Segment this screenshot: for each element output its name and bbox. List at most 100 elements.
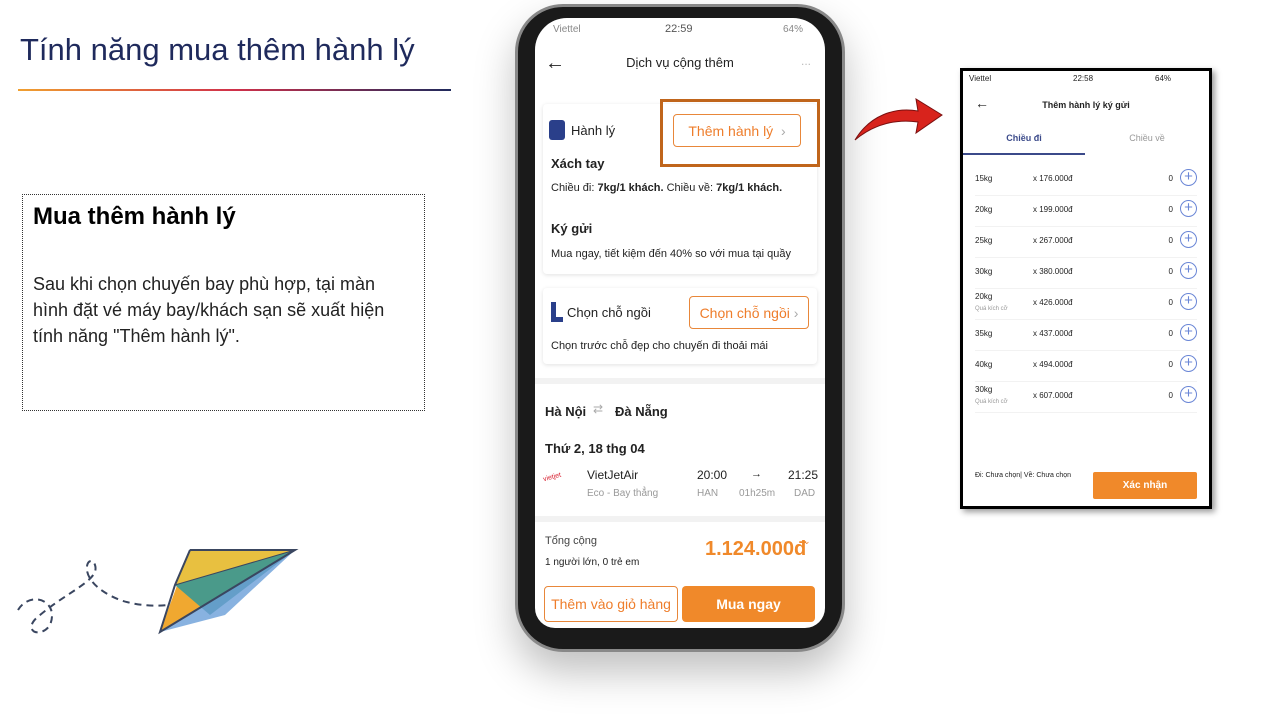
buy-now-button[interactable]: Mua ngay bbox=[682, 586, 815, 622]
carry-on-title: Xách tay bbox=[551, 156, 605, 171]
status-carrier: Viettel bbox=[969, 74, 992, 83]
weight: 30kg bbox=[975, 385, 993, 394]
seat-icon bbox=[551, 302, 563, 322]
status-carrier: Viettel bbox=[553, 24, 581, 35]
carry-mid: Chiều về: bbox=[663, 182, 717, 194]
chevron-down-icon[interactable]: ⌄ bbox=[803, 536, 811, 547]
header-title: Thêm hành lý ký gửi bbox=[1042, 100, 1130, 110]
plus-icon[interactable]: + bbox=[1180, 169, 1197, 186]
arrival-code: DAD bbox=[794, 488, 816, 499]
choose-seat-button[interactable]: Chọn chỗ ngồi › bbox=[689, 296, 809, 329]
passenger-count: 1 người lớn, 0 trẻ em bbox=[545, 557, 640, 568]
quantity: 0 bbox=[1168, 205, 1173, 214]
price: x 267.000đ bbox=[1033, 236, 1073, 245]
baggage-option-row: 30kg Quá kích cỡ x 607.000đ 0 + bbox=[975, 382, 1197, 413]
plus-icon[interactable]: + bbox=[1180, 231, 1197, 248]
baggage-option-row: 15kg x 176.000đ 0 + bbox=[975, 165, 1197, 196]
plus-icon[interactable]: + bbox=[1180, 200, 1197, 217]
slide-title: Tính năng mua thêm hành lý bbox=[20, 32, 415, 67]
arrival-time: 21:25 bbox=[788, 468, 819, 482]
carry-on-allowance: Chiều đi: 7kg/1 khách. Chiều về: 7kg/1 k… bbox=[551, 182, 782, 194]
paper-plane-icon bbox=[17, 549, 299, 635]
quantity: 0 bbox=[1168, 298, 1173, 307]
seat-card: Chọn chỗ ngồi Chọn chỗ ngồi › Chọn trước… bbox=[543, 288, 817, 364]
flight-date: Thứ 2, 18 thg 04 bbox=[545, 441, 645, 456]
checked-title: Ký gửi bbox=[551, 221, 593, 236]
weight: 20kg bbox=[975, 205, 993, 214]
quantity: 0 bbox=[1168, 329, 1173, 338]
price: x 494.000đ bbox=[1033, 360, 1073, 369]
tab-return[interactable]: Chiều về bbox=[1085, 133, 1209, 143]
header-title: Dịch vụ cộng thêm bbox=[626, 55, 734, 70]
baggage-option-row: 30kg x 380.000đ 0 + bbox=[975, 258, 1197, 289]
baggage-option-row: 20kg x 199.000đ 0 + bbox=[975, 196, 1197, 227]
checked-text: Mua ngay, tiết kiệm đến 40% so với mua t… bbox=[551, 248, 791, 260]
seat-label: Chọn chỗ ngồi bbox=[567, 305, 651, 320]
plus-icon[interactable]: + bbox=[1180, 386, 1197, 403]
selection-summary: Đi: Chưa chọn| Về: Chưa chọn bbox=[975, 472, 1072, 479]
quantity: 0 bbox=[1168, 360, 1173, 369]
add-to-cart-button[interactable]: Thêm vào giỏ hàng bbox=[544, 586, 678, 622]
price: x 426.000đ bbox=[1033, 298, 1073, 307]
seat-text: Chọn trước chỗ đẹp cho chuyến đi thoải m… bbox=[551, 340, 768, 352]
price: x 437.000đ bbox=[1033, 329, 1073, 338]
total-label: Tổng cộng bbox=[545, 535, 597, 547]
plus-icon[interactable]: + bbox=[1180, 355, 1197, 372]
airline-name: VietJetAir bbox=[587, 468, 639, 482]
highlight-box bbox=[660, 99, 820, 167]
price: x 607.000đ bbox=[1033, 391, 1073, 400]
carry-prefix: Chiều đi: bbox=[551, 182, 598, 194]
quantity: 0 bbox=[1168, 391, 1173, 400]
status-time: 22:58 bbox=[1073, 74, 1094, 83]
quantity: 0 bbox=[1168, 267, 1173, 276]
tab-outbound[interactable]: Chiều đi bbox=[963, 133, 1085, 143]
price: x 176.000đ bbox=[1033, 174, 1073, 183]
baggage-option-row: 25kg x 267.000đ 0 + bbox=[975, 227, 1197, 258]
flight-class: Eco - Bay thẳng bbox=[587, 488, 659, 499]
baggage-option-row: 40kg x 494.000đ 0 + bbox=[975, 351, 1197, 382]
arrow-right-icon: → bbox=[751, 468, 762, 480]
plus-icon[interactable]: + bbox=[1180, 293, 1197, 310]
baggage-option-row: 35kg x 437.000đ 0 + bbox=[975, 320, 1197, 351]
title-underline bbox=[18, 89, 451, 91]
tab-indicator bbox=[963, 153, 1085, 155]
quantity: 0 bbox=[1168, 236, 1173, 245]
swap-icon: ⇄ bbox=[593, 402, 604, 416]
quantity: 0 bbox=[1168, 174, 1173, 183]
chevron-right-icon: › bbox=[793, 304, 799, 321]
flight-from: Hà Nội bbox=[545, 404, 587, 419]
carry-ret: 7kg/1 khách. bbox=[716, 182, 783, 194]
oversize-label: Quá kích cỡ bbox=[975, 399, 1008, 405]
baggage-label: Hành lý bbox=[571, 123, 616, 138]
box-heading: Mua thêm hành lý bbox=[33, 203, 236, 230]
divider bbox=[535, 516, 825, 522]
divider bbox=[535, 378, 825, 384]
more-icon[interactable]: ... bbox=[801, 54, 811, 68]
status-time: 22:59 bbox=[665, 23, 693, 35]
curved-arrow-icon bbox=[854, 97, 943, 141]
baggage-option-row: 20kg Quá kích cỡ x 426.000đ 0 + bbox=[975, 289, 1197, 320]
price: x 380.000đ bbox=[1033, 267, 1073, 276]
phone-screen-checked-baggage: Viettel 22:58 64% ← Thêm hành lý ký gửi … bbox=[960, 68, 1212, 509]
plus-icon[interactable]: + bbox=[1180, 262, 1197, 279]
confirm-button[interactable]: Xác nhận bbox=[1093, 472, 1197, 499]
weight: 35kg bbox=[975, 329, 993, 338]
status-battery: 64% bbox=[1155, 74, 1172, 83]
weight: 25kg bbox=[975, 236, 993, 245]
carry-out: 7kg/1 khách. bbox=[597, 182, 664, 194]
weight: 30kg bbox=[975, 267, 993, 276]
box-text: Sau khi chọn chuyến bay phù hợp, tại màn… bbox=[33, 274, 385, 346]
flight-duration: 01h25m bbox=[739, 488, 776, 499]
total-price: 1.124.000đ bbox=[705, 538, 807, 560]
departure-code: HAN bbox=[697, 488, 719, 499]
weight: 20kg bbox=[975, 292, 993, 301]
departure-time: 20:00 bbox=[697, 468, 728, 482]
oversize-label: Quá kích cỡ bbox=[975, 306, 1008, 312]
choose-seat-label: Chọn chỗ ngồi bbox=[699, 304, 790, 321]
suitcase-icon bbox=[549, 120, 565, 140]
plus-icon[interactable]: + bbox=[1180, 324, 1197, 341]
weight: 40kg bbox=[975, 360, 993, 369]
vietjet-logo: vietjet bbox=[542, 471, 562, 484]
price: x 199.000đ bbox=[1033, 205, 1073, 214]
flight-to: Đà Nẵng bbox=[615, 404, 668, 419]
